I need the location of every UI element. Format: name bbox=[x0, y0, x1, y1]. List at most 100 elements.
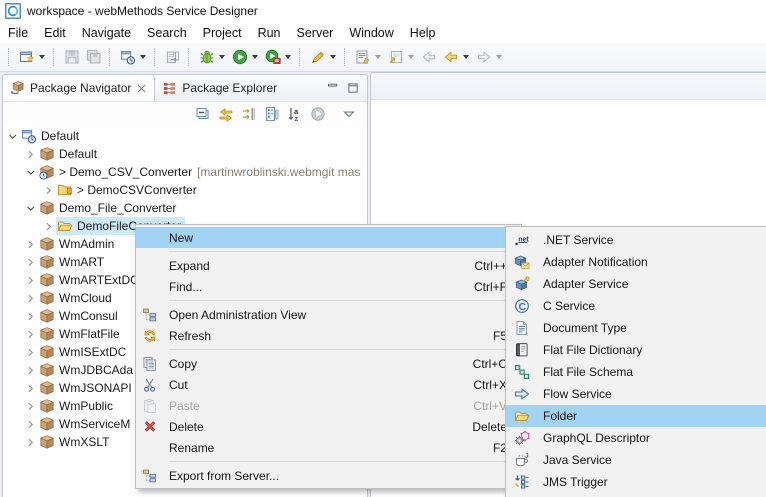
run-button[interactable] bbox=[229, 46, 251, 68]
save-all-button[interactable] bbox=[83, 46, 105, 68]
package-icon bbox=[40, 381, 54, 395]
submenu-item-jms-trigger[interactable]: JMS Trigger bbox=[506, 471, 766, 493]
expand-arrow-icon[interactable] bbox=[23, 381, 38, 396]
menu-item-open-administration-view[interactable]: Open Administration View bbox=[136, 304, 521, 325]
collapse-arrow-icon[interactable] bbox=[23, 165, 38, 180]
submenu-item-document-type[interactable]: Document Type bbox=[506, 317, 766, 339]
submenu-item-adapter-notification[interactable]: Adapter Notification bbox=[506, 251, 766, 273]
document-type-icon bbox=[506, 320, 538, 336]
expand-arrow-icon[interactable] bbox=[23, 237, 38, 252]
expand-arrow-icon[interactable] bbox=[23, 255, 38, 270]
submenu-item-java-service[interactable]: J Java Service bbox=[506, 449, 766, 471]
back-disabled-button[interactable] bbox=[418, 46, 440, 68]
task-list-dropdown[interactable] bbox=[375, 55, 381, 59]
save-button[interactable] bbox=[61, 46, 83, 68]
submenu-item-graphql-descriptor[interactable]: GraphQL Descriptor bbox=[506, 427, 766, 449]
server-definition-dropdown[interactable] bbox=[140, 55, 146, 59]
expand-arrow-icon[interactable] bbox=[23, 273, 38, 288]
sync-publish-button[interactable] bbox=[162, 46, 184, 68]
tree-item-label: > DemoCSVConverter bbox=[77, 183, 197, 197]
menu-project[interactable]: Project bbox=[195, 24, 250, 42]
collapse-arrow-icon[interactable] bbox=[23, 201, 38, 216]
submenu-item-dotnet-service[interactable]: net .NET Service bbox=[506, 229, 766, 251]
forward-dropdown[interactable] bbox=[496, 55, 502, 59]
tree-item-demo-csv-folder[interactable]: > DemoCSVConverter bbox=[3, 181, 367, 199]
show-details-icon[interactable] bbox=[264, 106, 280, 122]
expand-arrow-icon[interactable] bbox=[23, 417, 38, 432]
view-menu-icon[interactable] bbox=[341, 106, 357, 122]
run-service-dropdown[interactable] bbox=[285, 55, 291, 59]
debug-button[interactable] bbox=[196, 46, 218, 68]
menu-search[interactable]: Search bbox=[139, 24, 195, 42]
back-dropdown[interactable] bbox=[463, 55, 469, 59]
expand-arrow-icon[interactable] bbox=[23, 327, 38, 342]
collapse-arrow-icon[interactable] bbox=[5, 129, 20, 144]
menu-server[interactable]: Server bbox=[289, 24, 342, 42]
submenu-item-flow-service[interactable]: Flow Service bbox=[506, 383, 766, 405]
shortcut-label: Delete bbox=[472, 419, 507, 434]
marker-dropdown[interactable] bbox=[330, 55, 336, 59]
maximize-icon[interactable] bbox=[347, 82, 359, 94]
expand-arrow-icon[interactable] bbox=[23, 147, 38, 162]
submenu-item-folder[interactable]: Folder bbox=[506, 405, 766, 427]
tab-package-explorer[interactable]: Package Explorer bbox=[155, 75, 284, 101]
last-edit-dropdown[interactable] bbox=[408, 55, 414, 59]
new-wizard-button[interactable] bbox=[16, 46, 38, 68]
task-list-button[interactable] bbox=[352, 46, 374, 68]
submenu-item-c-service[interactable]: C C Service bbox=[506, 295, 766, 317]
menu-item-expand[interactable]: Expand Ctrl++ bbox=[136, 255, 521, 276]
expand-arrow-icon[interactable] bbox=[23, 363, 38, 378]
sort-alphabetically-icon[interactable]: az bbox=[287, 106, 303, 122]
menu-edit[interactable]: Edit bbox=[36, 24, 74, 42]
view-tabbar: Package Navigator Package Explorer bbox=[3, 75, 367, 102]
submenu-item-flat-file-dictionary[interactable]: Flat File Dictionary bbox=[506, 339, 766, 361]
back-button[interactable] bbox=[440, 46, 462, 68]
expand-arrow-icon[interactable] bbox=[41, 183, 56, 198]
expand-arrow-icon[interactable] bbox=[23, 435, 38, 450]
submenu-item-adapter-service[interactable]: Adapter Service bbox=[506, 273, 766, 295]
last-edit-location-button[interactable] bbox=[385, 46, 407, 68]
adapter-service-icon bbox=[506, 276, 538, 292]
link-with-editor-icon[interactable] bbox=[218, 106, 234, 122]
run-service-button[interactable] bbox=[262, 46, 284, 68]
menu-file[interactable]: File bbox=[0, 24, 36, 42]
marker-button[interactable] bbox=[307, 46, 329, 68]
expand-arrow-icon[interactable] bbox=[23, 291, 38, 306]
run-dropdown[interactable] bbox=[252, 55, 258, 59]
tree-item-demo-csv-converter[interactable]: > Demo_CSV_Converter [martinwroblinski.w… bbox=[3, 163, 367, 181]
package-modified-icon bbox=[39, 164, 55, 180]
tab-package-navigator[interactable]: Package Navigator bbox=[3, 75, 156, 101]
expand-arrow-icon[interactable] bbox=[23, 399, 38, 414]
menu-item-delete[interactable]: Delete Delete bbox=[136, 416, 521, 437]
submenu-item-partial[interactable] bbox=[506, 493, 766, 497]
menu-item-refresh[interactable]: Refresh F5 bbox=[136, 325, 521, 346]
expand-arrow-icon[interactable] bbox=[23, 309, 38, 324]
forward-button[interactable] bbox=[473, 46, 495, 68]
menu-navigate[interactable]: Navigate bbox=[74, 24, 139, 42]
toolbar-separator bbox=[344, 48, 348, 66]
debug-dropdown[interactable] bbox=[219, 55, 225, 59]
submenu-item-flat-file-schema[interactable]: Flat File Schema bbox=[506, 361, 766, 383]
tree-item-demo-file-converter[interactable]: Demo_File_Converter bbox=[3, 199, 367, 217]
run-view-icon[interactable] bbox=[310, 106, 326, 122]
menu-item-copy[interactable]: Copy Ctrl+C bbox=[136, 353, 521, 374]
tree-item-default-package[interactable]: Default bbox=[3, 145, 367, 163]
new-wizard-dropdown[interactable] bbox=[39, 55, 45, 59]
close-icon[interactable] bbox=[136, 83, 147, 94]
menu-item-export-from-server[interactable]: Export from Server... bbox=[136, 465, 521, 486]
menu-help[interactable]: Help bbox=[402, 24, 444, 42]
expand-arrow-icon[interactable] bbox=[41, 219, 56, 234]
collapse-all-icon[interactable] bbox=[195, 106, 211, 122]
expand-arrow-icon[interactable] bbox=[23, 345, 38, 360]
sync-with-editor-icon[interactable] bbox=[241, 106, 257, 122]
menu-item-new[interactable]: New bbox=[136, 227, 521, 248]
menu-run[interactable]: Run bbox=[250, 24, 289, 42]
menu-item-rename[interactable]: Rename F2 bbox=[136, 437, 521, 458]
menu-item-cut[interactable]: Cut Ctrl+X bbox=[136, 374, 521, 395]
minimize-icon[interactable] bbox=[327, 82, 339, 94]
server-icon bbox=[22, 130, 36, 144]
menu-item-find[interactable]: Find... Ctrl+F bbox=[136, 276, 521, 297]
new-server-definition-button[interactable] bbox=[117, 46, 139, 68]
tree-item-default-server[interactable]: Default bbox=[3, 127, 367, 145]
menu-window[interactable]: Window bbox=[341, 24, 401, 42]
